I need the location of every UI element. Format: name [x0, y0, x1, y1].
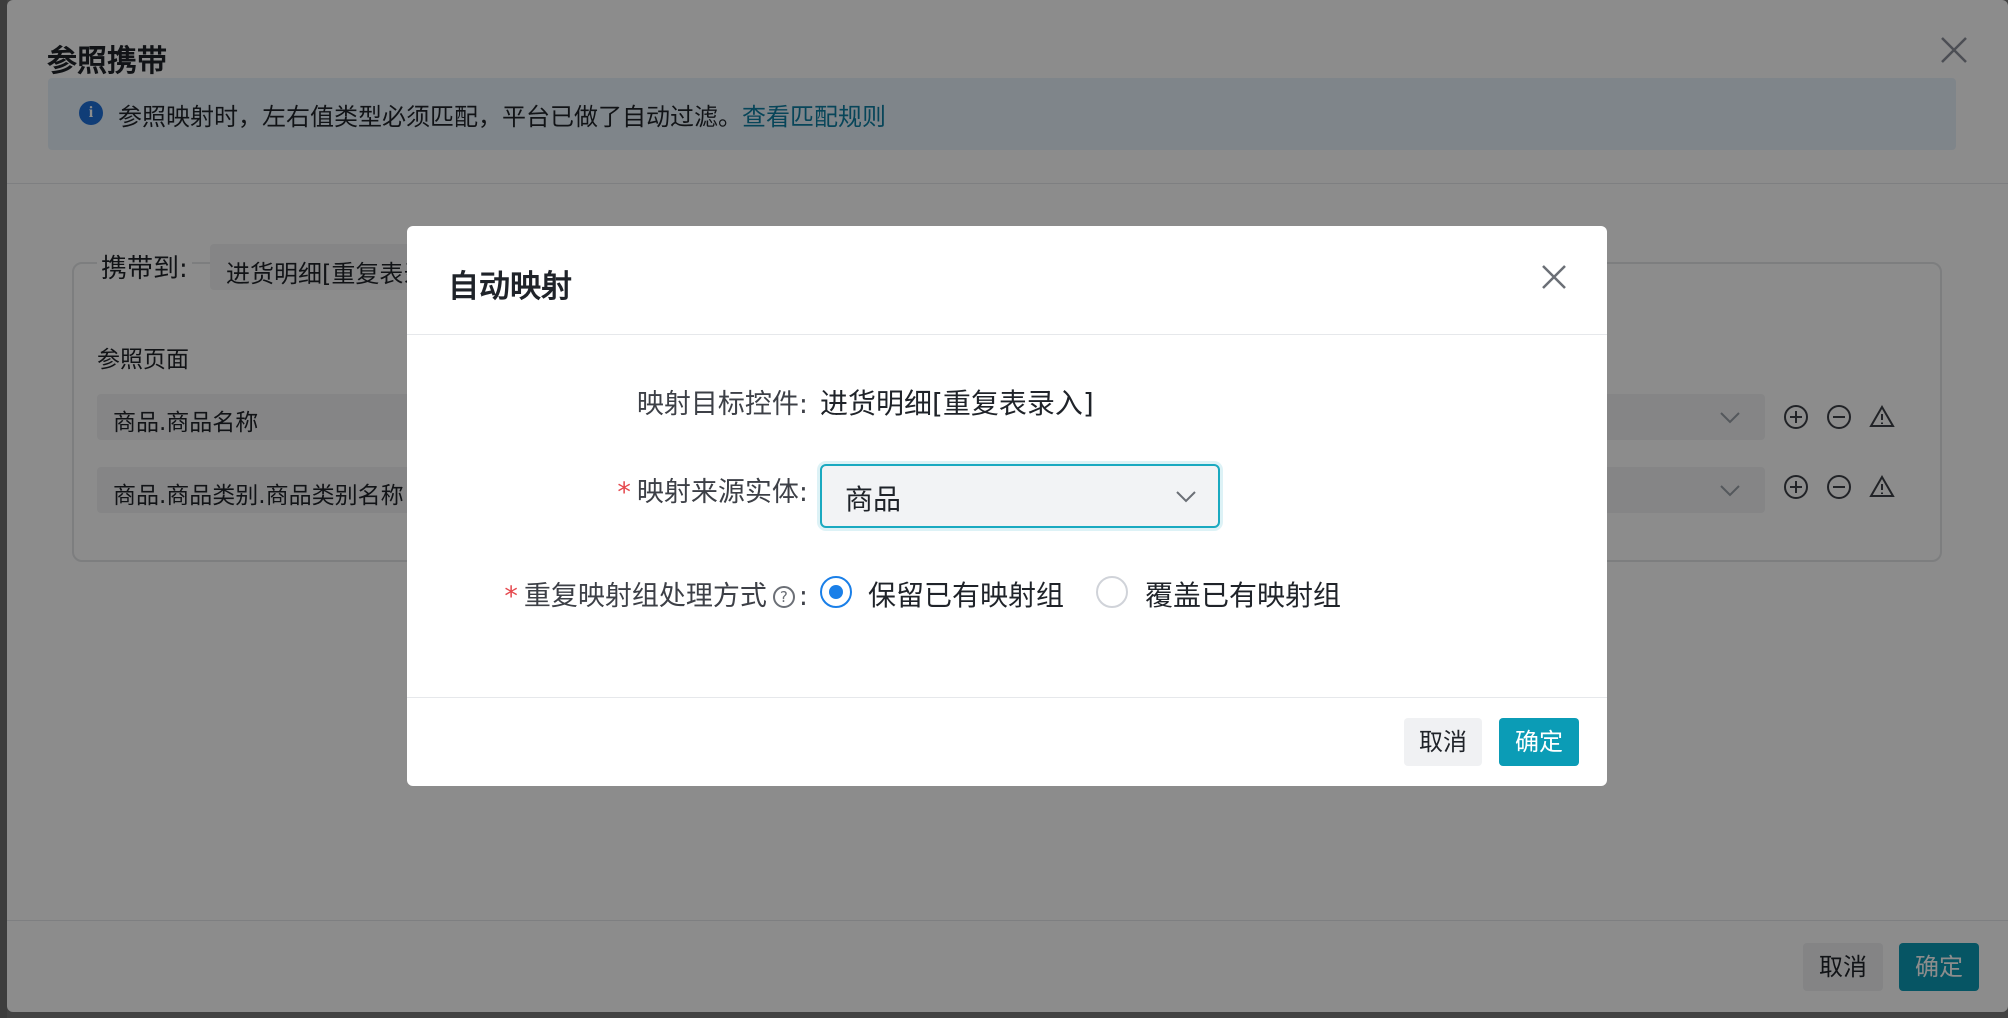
label-colon: :: [798, 581, 808, 612]
target-control-value: 进货明细[重复表录入]: [820, 387, 1094, 420]
overwrite-existing-label[interactable]: 覆盖已有映射组: [1145, 574, 1341, 614]
modal-header-divider: [407, 334, 1607, 335]
chevron-down-icon[interactable]: [1172, 482, 1200, 510]
cancel-button[interactable]: 取消: [1404, 718, 1482, 766]
confirm-button[interactable]: 确定: [1499, 718, 1579, 766]
overwrite-existing-radio[interactable]: [1096, 576, 1128, 608]
source-entity-label: * 映射来源实体:: [617, 470, 808, 509]
keep-existing-label[interactable]: 保留已有映射组: [868, 574, 1064, 614]
modal-footer-divider: [407, 697, 1607, 698]
target-control-label: 映射目标控件:: [636, 389, 808, 420]
required-mark: *: [617, 477, 631, 508]
source-entity-value: 商品: [845, 483, 902, 516]
keep-existing-radio[interactable]: [820, 576, 852, 608]
close-icon[interactable]: [1538, 261, 1570, 293]
duplicate-handling-label: * 重复映射组处理方式?:: [504, 574, 808, 613]
modal-title: 自动映射: [448, 269, 572, 305]
source-entity-label-text: 映射来源实体:: [636, 477, 808, 508]
help-icon[interactable]: ?: [772, 586, 795, 608]
duplicate-handling-label-text: 重复映射组处理方式: [523, 581, 767, 612]
required-mark: *: [504, 581, 518, 612]
